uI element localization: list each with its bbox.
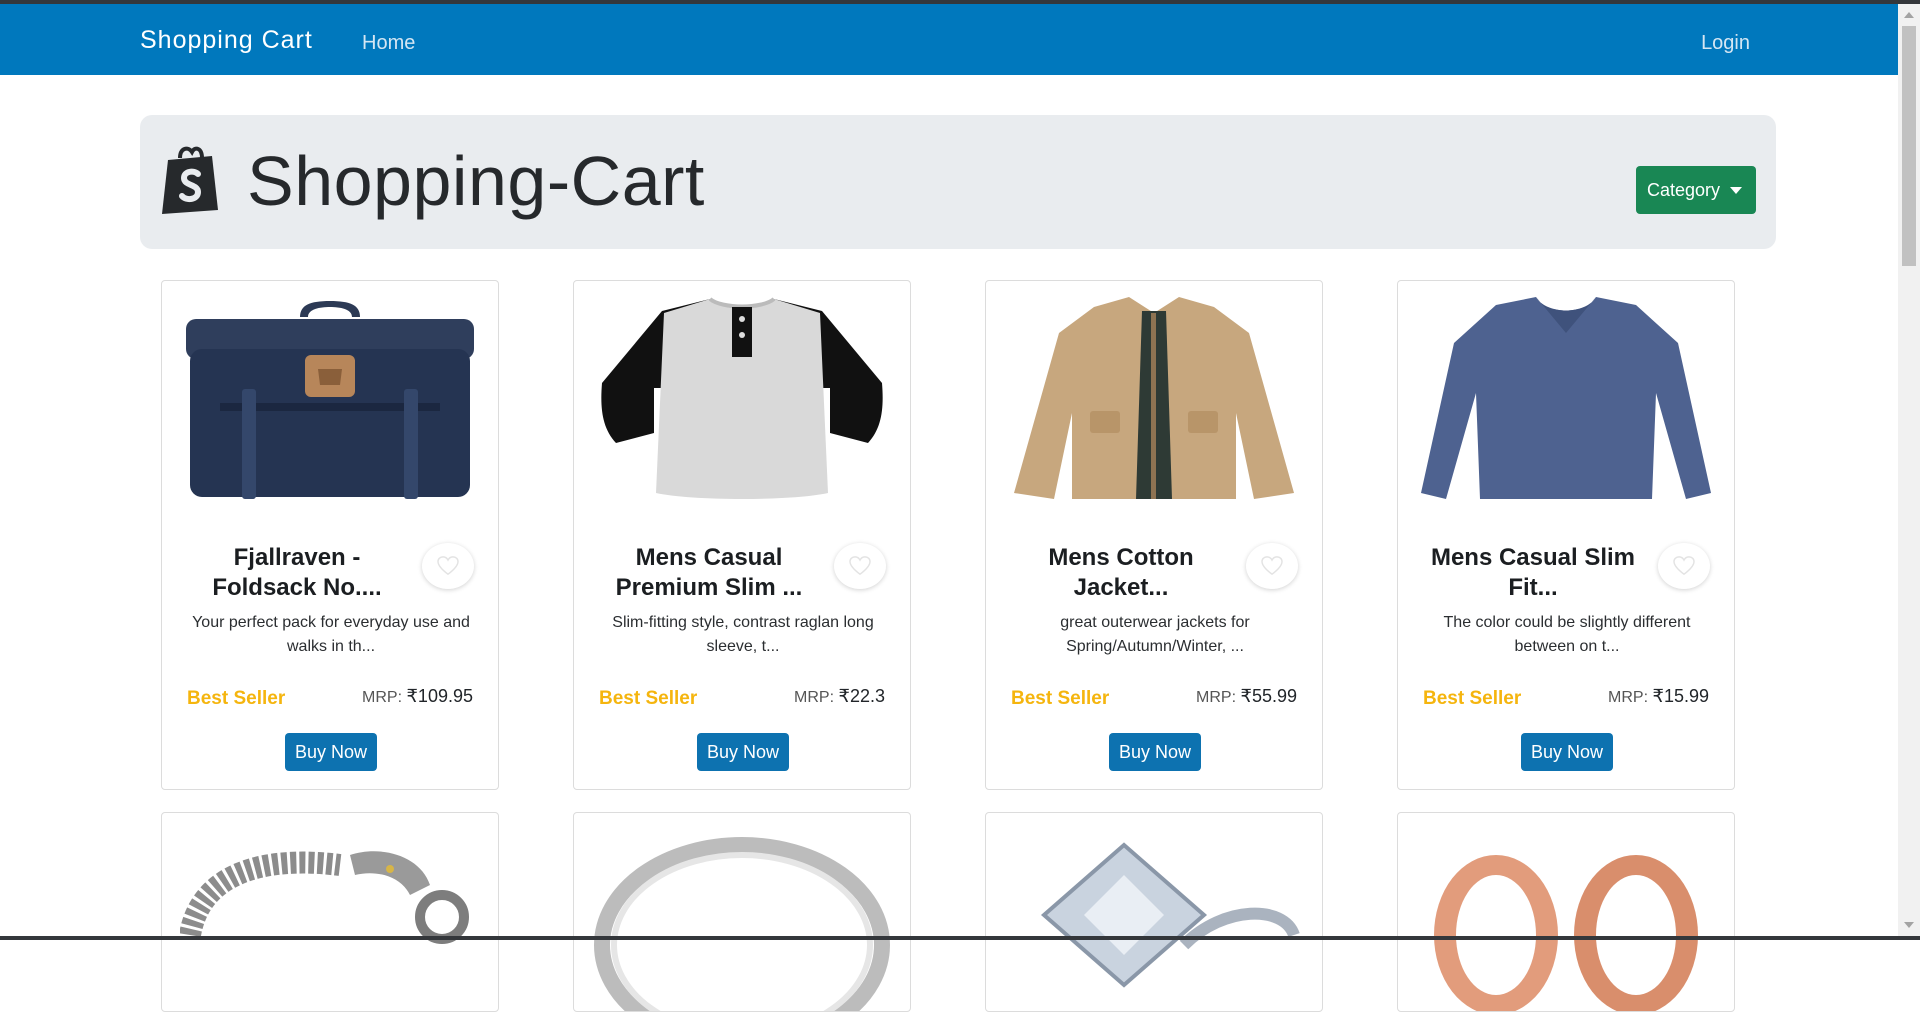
dragon-bracelet-image <box>180 851 469 944</box>
navbar: Shopping Cart Home Login <box>0 4 1898 75</box>
heart-icon <box>437 556 459 576</box>
product-title[interactable]: Mens Casual Premium Slim ... <box>604 543 814 603</box>
scroll-up-icon[interactable] <box>1904 12 1914 18</box>
scrollbar-thumb[interactable] <box>1902 26 1916 266</box>
buy-now-button[interactable]: Buy Now <box>285 733 377 771</box>
best-seller-badge: Best Seller <box>187 688 286 709</box>
raglan-tshirt-image <box>601 297 883 499</box>
product-card <box>985 812 1323 1012</box>
product-price: MRP: ₹109.95 <box>362 686 473 707</box>
brand-link[interactable]: Shopping Cart <box>140 26 313 55</box>
heart-icon <box>1673 556 1695 576</box>
price-value: ₹55.99 <box>1240 686 1298 706</box>
best-seller-badge: Best Seller <box>1423 688 1522 709</box>
nav-home-link[interactable]: Home <box>362 32 415 55</box>
product-title[interactable]: Mens Casual Slim Fit... <box>1428 543 1638 603</box>
product-card <box>573 812 911 1012</box>
product-description: great outerwear jackets for Spring/Autum… <box>1060 614 1250 655</box>
vertical-scrollbar[interactable] <box>1898 4 1920 936</box>
category-label: Category <box>1647 180 1721 200</box>
product-card <box>1397 812 1735 1012</box>
product-card <box>161 812 499 1012</box>
nav-login-link[interactable]: Login <box>1701 32 1750 55</box>
hero-title: Shopping-Cart <box>247 142 705 220</box>
product-description: Your perfect pack for everyday use and w… <box>192 614 470 655</box>
heart-icon <box>849 556 871 576</box>
mrp-label: MRP: <box>1196 689 1241 706</box>
mrp-label: MRP: <box>794 689 839 706</box>
heart-icon <box>1261 556 1283 576</box>
product-title[interactable]: Mens Cotton Jacket... <box>1016 543 1226 603</box>
buy-now-button[interactable]: Buy Now <box>1521 733 1613 771</box>
product-price: MRP: ₹22.3 <box>794 686 885 707</box>
product-description: Slim-fitting style, contrast raglan long… <box>612 614 874 655</box>
product-card: Mens Casual Slim Fit... The color could … <box>1397 280 1735 790</box>
product-price: MRP: ₹15.99 <box>1608 686 1709 707</box>
product-price: MRP: ₹55.99 <box>1196 686 1297 707</box>
wishlist-button[interactable] <box>834 543 886 589</box>
window-bottom-border <box>0 936 1920 940</box>
mrp-label: MRP: <box>362 689 407 706</box>
product-card: Mens Cotton Jacket... great outerwear ja… <box>985 280 1323 790</box>
shopping-bag-logo-icon <box>162 146 218 214</box>
diamond-ring-image <box>1040 842 1300 988</box>
hero-banner: Shopping-Cart Category <box>140 115 1776 249</box>
caret-down-icon <box>1730 187 1742 194</box>
price-value: ₹15.99 <box>1652 686 1710 706</box>
wishlist-button[interactable] <box>422 543 474 589</box>
wishlist-button[interactable] <box>1658 543 1710 589</box>
price-value: ₹22.3 <box>838 686 886 706</box>
price-value: ₹109.95 <box>406 686 473 706</box>
best-seller-badge: Best Seller <box>599 688 698 709</box>
product-card: Fjallraven - Foldsack No.... Your perfec… <box>161 280 499 790</box>
mrp-label: MRP: <box>1608 689 1653 706</box>
buy-now-button[interactable]: Buy Now <box>697 733 789 771</box>
product-description: The color could be slightly different be… <box>1443 614 1691 655</box>
scroll-down-icon[interactable] <box>1904 922 1914 928</box>
product-card: Mens Casual Premium Slim ... Slim-fittin… <box>573 280 911 790</box>
rose-gold-tunnels-image <box>1434 855 1698 1011</box>
product-title[interactable]: Fjallraven - Foldsack No.... <box>192 543 402 603</box>
long-sleeve-shirt-image <box>1421 297 1711 499</box>
best-seller-badge: Best Seller <box>1011 688 1110 709</box>
cotton-jacket-image <box>1014 297 1294 499</box>
backpack-image <box>186 301 474 499</box>
category-dropdown-button[interactable]: Category <box>1636 166 1756 214</box>
silver-ring-image <box>594 837 890 1011</box>
wishlist-button[interactable] <box>1246 543 1298 589</box>
buy-now-button[interactable]: Buy Now <box>1109 733 1201 771</box>
